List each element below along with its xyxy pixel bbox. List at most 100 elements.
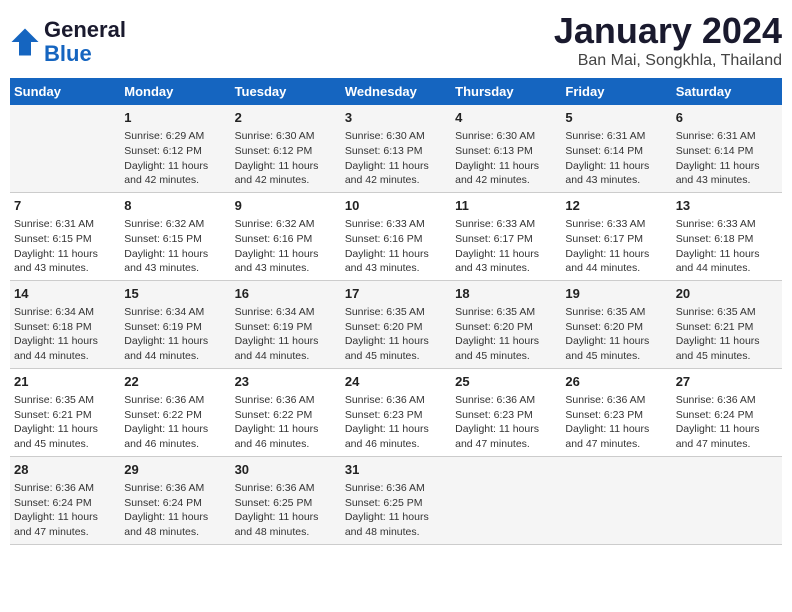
calendar-cell bbox=[10, 105, 120, 192]
day-details: Sunrise: 6:31 AM Sunset: 6:14 PM Dayligh… bbox=[676, 129, 778, 188]
day-details: Sunrise: 6:33 AM Sunset: 6:17 PM Dayligh… bbox=[565, 217, 667, 276]
column-header-tuesday: Tuesday bbox=[231, 78, 341, 105]
day-details: Sunrise: 6:36 AM Sunset: 6:24 PM Dayligh… bbox=[14, 481, 116, 540]
day-details: Sunrise: 6:30 AM Sunset: 6:13 PM Dayligh… bbox=[455, 129, 557, 188]
day-number: 21 bbox=[14, 373, 116, 391]
calendar-cell: 19 Sunrise: 6:35 AM Sunset: 6:20 PM Dayli… bbox=[561, 280, 671, 368]
calendar-cell: 3 Sunrise: 6:30 AM Sunset: 6:13 PM Daylig… bbox=[341, 105, 451, 192]
day-number: 5 bbox=[565, 109, 667, 127]
calendar-cell: 9 Sunrise: 6:32 AM Sunset: 6:16 PM Daylig… bbox=[231, 192, 341, 280]
day-number: 18 bbox=[455, 285, 557, 303]
day-details: Sunrise: 6:36 AM Sunset: 6:25 PM Dayligh… bbox=[235, 481, 337, 540]
calendar-cell: 30Sunrise: 6:36 AM Sunset: 6:25 PM Dayli… bbox=[231, 456, 341, 544]
day-details: Sunrise: 6:30 AM Sunset: 6:12 PM Dayligh… bbox=[235, 129, 337, 188]
day-number: 13 bbox=[676, 197, 778, 215]
calendar-cell: 22 Sunrise: 6:36 AM Sunset: 6:22 PM Dayli… bbox=[120, 368, 230, 456]
calendar-cell: 10 Sunrise: 6:33 AM Sunset: 6:16 PM Dayli… bbox=[341, 192, 451, 280]
calendar-header: SundayMondayTuesdayWednesdayThursdayFrid… bbox=[10, 78, 782, 105]
day-details: Sunrise: 6:32 AM Sunset: 6:16 PM Dayligh… bbox=[235, 217, 337, 276]
calendar-cell: 18 Sunrise: 6:35 AM Sunset: 6:20 PM Dayli… bbox=[451, 280, 561, 368]
day-number: 17 bbox=[345, 285, 447, 303]
calendar-cell: 21 Sunrise: 6:35 AM Sunset: 6:21 PM Dayli… bbox=[10, 368, 120, 456]
calendar-cell bbox=[561, 456, 671, 544]
week-row-3: 14 Sunrise: 6:34 AM Sunset: 6:18 PM Dayli… bbox=[10, 280, 782, 368]
logo-icon bbox=[10, 27, 40, 57]
calendar-cell: 28Sunrise: 6:36 AM Sunset: 6:24 PM Dayli… bbox=[10, 456, 120, 544]
day-number: 29 bbox=[124, 461, 226, 479]
day-details: Sunrise: 6:35 AM Sunset: 6:20 PM Dayligh… bbox=[455, 305, 557, 364]
title-block: January 2024 Ban Mai, Songkhla, Thailand bbox=[554, 10, 782, 70]
day-details: Sunrise: 6:36 AM Sunset: 6:22 PM Dayligh… bbox=[124, 393, 226, 452]
calendar-cell: 15Sunrise: 6:34 AM Sunset: 6:19 PM Dayli… bbox=[120, 280, 230, 368]
day-number: 9 bbox=[235, 197, 337, 215]
logo: General Blue bbox=[10, 18, 126, 66]
day-number: 1 bbox=[124, 109, 226, 127]
day-number: 31 bbox=[345, 461, 447, 479]
day-number: 20 bbox=[676, 285, 778, 303]
day-number: 19 bbox=[565, 285, 667, 303]
day-number: 7 bbox=[14, 197, 116, 215]
day-number: 10 bbox=[345, 197, 447, 215]
calendar-cell: 20 Sunrise: 6:35 AM Sunset: 6:21 PM Dayli… bbox=[672, 280, 782, 368]
day-details: Sunrise: 6:33 AM Sunset: 6:16 PM Dayligh… bbox=[345, 217, 447, 276]
day-number: 3 bbox=[345, 109, 447, 127]
calendar-cell: 2 Sunrise: 6:30 AM Sunset: 6:12 PM Daylig… bbox=[231, 105, 341, 192]
calendar-cell: 11 Sunrise: 6:33 AM Sunset: 6:17 PM Dayli… bbox=[451, 192, 561, 280]
day-number: 22 bbox=[124, 373, 226, 391]
column-header-wednesday: Wednesday bbox=[341, 78, 451, 105]
day-details: Sunrise: 6:34 AM Sunset: 6:18 PM Dayligh… bbox=[14, 305, 116, 364]
day-details: Sunrise: 6:36 AM Sunset: 6:23 PM Dayligh… bbox=[345, 393, 447, 452]
column-header-saturday: Saturday bbox=[672, 78, 782, 105]
calendar-cell bbox=[672, 456, 782, 544]
header-row: SundayMondayTuesdayWednesdayThursdayFrid… bbox=[10, 78, 782, 105]
calendar-cell: 27Sunrise: 6:36 AM Sunset: 6:24 PM Dayli… bbox=[672, 368, 782, 456]
calendar-cell: 14 Sunrise: 6:34 AM Sunset: 6:18 PM Dayli… bbox=[10, 280, 120, 368]
calendar-cell: 7 Sunrise: 6:31 AM Sunset: 6:15 PM Daylig… bbox=[10, 192, 120, 280]
calendar-cell: 6Sunrise: 6:31 AM Sunset: 6:14 PM Daylig… bbox=[672, 105, 782, 192]
subtitle: Ban Mai, Songkhla, Thailand bbox=[554, 52, 782, 70]
page-header: General Blue January 2024 Ban Mai, Songk… bbox=[10, 10, 782, 70]
day-details: Sunrise: 6:36 AM Sunset: 6:25 PM Dayligh… bbox=[345, 481, 447, 540]
day-details: Sunrise: 6:35 AM Sunset: 6:20 PM Dayligh… bbox=[565, 305, 667, 364]
logo-line1: General bbox=[44, 17, 126, 42]
day-number: 2 bbox=[235, 109, 337, 127]
calendar-cell: 25Sunrise: 6:36 AM Sunset: 6:23 PM Dayli… bbox=[451, 368, 561, 456]
day-details: Sunrise: 6:35 AM Sunset: 6:20 PM Dayligh… bbox=[345, 305, 447, 364]
day-details: Sunrise: 6:35 AM Sunset: 6:21 PM Dayligh… bbox=[14, 393, 116, 452]
week-row-5: 28Sunrise: 6:36 AM Sunset: 6:24 PM Dayli… bbox=[10, 456, 782, 544]
day-details: Sunrise: 6:36 AM Sunset: 6:24 PM Dayligh… bbox=[124, 481, 226, 540]
day-number: 24 bbox=[345, 373, 447, 391]
day-details: Sunrise: 6:29 AM Sunset: 6:12 PM Dayligh… bbox=[124, 129, 226, 188]
day-details: Sunrise: 6:33 AM Sunset: 6:17 PM Dayligh… bbox=[455, 217, 557, 276]
calendar-cell: 16Sunrise: 6:34 AM Sunset: 6:19 PM Dayli… bbox=[231, 280, 341, 368]
calendar-cell: 13 Sunrise: 6:33 AM Sunset: 6:18 PM Dayli… bbox=[672, 192, 782, 280]
column-header-friday: Friday bbox=[561, 78, 671, 105]
day-details: Sunrise: 6:33 AM Sunset: 6:18 PM Dayligh… bbox=[676, 217, 778, 276]
calendar-cell: 1 Sunrise: 6:29 AM Sunset: 6:12 PM Daylig… bbox=[120, 105, 230, 192]
day-details: Sunrise: 6:32 AM Sunset: 6:15 PM Dayligh… bbox=[124, 217, 226, 276]
day-details: Sunrise: 6:31 AM Sunset: 6:14 PM Dayligh… bbox=[565, 129, 667, 188]
day-details: Sunrise: 6:36 AM Sunset: 6:22 PM Dayligh… bbox=[235, 393, 337, 452]
calendar-cell: 26Sunrise: 6:36 AM Sunset: 6:23 PM Dayli… bbox=[561, 368, 671, 456]
calendar-cell: 23 Sunrise: 6:36 AM Sunset: 6:22 PM Dayli… bbox=[231, 368, 341, 456]
calendar-cell: 29 Sunrise: 6:36 AM Sunset: 6:24 PM Dayli… bbox=[120, 456, 230, 544]
week-row-4: 21 Sunrise: 6:35 AM Sunset: 6:21 PM Dayli… bbox=[10, 368, 782, 456]
column-header-monday: Monday bbox=[120, 78, 230, 105]
calendar-cell: 24 Sunrise: 6:36 AM Sunset: 6:23 PM Dayli… bbox=[341, 368, 451, 456]
day-details: Sunrise: 6:35 AM Sunset: 6:21 PM Dayligh… bbox=[676, 305, 778, 364]
day-number: 23 bbox=[235, 373, 337, 391]
calendar-table: SundayMondayTuesdayWednesdayThursdayFrid… bbox=[10, 78, 782, 545]
calendar-cell: 8Sunrise: 6:32 AM Sunset: 6:15 PM Daylig… bbox=[120, 192, 230, 280]
day-details: Sunrise: 6:30 AM Sunset: 6:13 PM Dayligh… bbox=[345, 129, 447, 188]
calendar-cell: 5 Sunrise: 6:31 AM Sunset: 6:14 PM Daylig… bbox=[561, 105, 671, 192]
main-title: January 2024 bbox=[554, 10, 782, 52]
calendar-cell: 31 Sunrise: 6:36 AM Sunset: 6:25 PM Dayli… bbox=[341, 456, 451, 544]
calendar-cell: 12Sunrise: 6:33 AM Sunset: 6:17 PM Dayli… bbox=[561, 192, 671, 280]
day-number: 11 bbox=[455, 197, 557, 215]
column-header-sunday: Sunday bbox=[10, 78, 120, 105]
logo-text: General Blue bbox=[44, 18, 126, 66]
day-details: Sunrise: 6:31 AM Sunset: 6:15 PM Dayligh… bbox=[14, 217, 116, 276]
day-details: Sunrise: 6:36 AM Sunset: 6:24 PM Dayligh… bbox=[676, 393, 778, 452]
day-number: 14 bbox=[14, 285, 116, 303]
day-details: Sunrise: 6:36 AM Sunset: 6:23 PM Dayligh… bbox=[565, 393, 667, 452]
